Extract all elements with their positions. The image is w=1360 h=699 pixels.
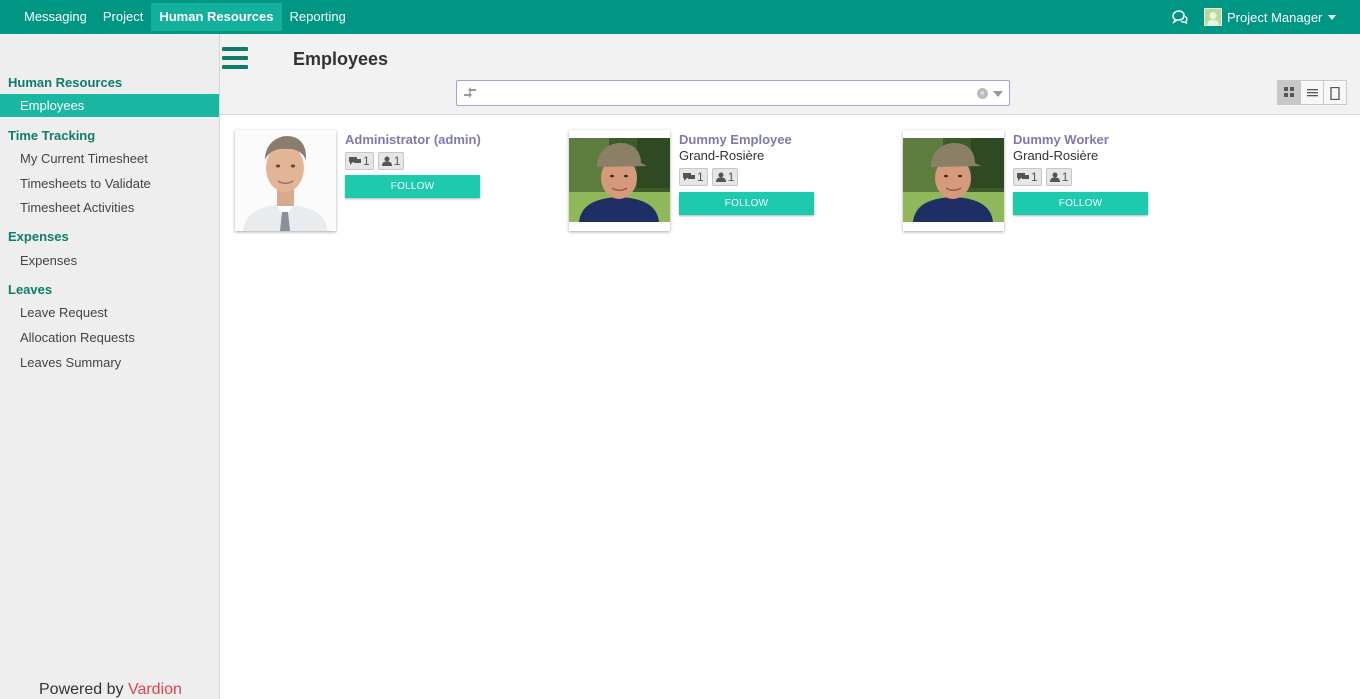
employee-name[interactable]: Dummy Worker	[1013, 132, 1109, 147]
page-title: Employees	[293, 49, 389, 69]
messages-badge: 1	[345, 152, 374, 170]
employee-photo[interactable]	[569, 130, 670, 231]
followers-badge: 1	[1045, 168, 1073, 186]
user-menu[interactable]: Project Manager	[1204, 8, 1337, 26]
messages-count: 1	[363, 154, 370, 168]
employee-card[interactable]: Dummy Employee Grand-Rosière 1 1 FOLLOW	[569, 130, 899, 232]
sidebar-section-time-tracking: Time Tracking	[8, 128, 96, 143]
messages-badge: 1	[679, 168, 708, 186]
sidebar-section-human-resources: Human Resources	[8, 75, 123, 90]
sidebar-section-expenses: Expenses	[8, 229, 69, 244]
clear-search-icon[interactable]: ×	[977, 88, 988, 99]
employee-stats: 1 1	[345, 152, 408, 170]
form-view-icon[interactable]	[1323, 80, 1347, 105]
employee-name[interactable]: Administrator (admin)	[345, 132, 481, 147]
chevron-down-icon	[1328, 14, 1337, 20]
sidebar-item-allocation-requests[interactable]: Allocation Requests	[20, 330, 135, 345]
sidebar: Human Resources Employees Time Tracking …	[0, 34, 220, 699]
sidebar-item-my-current-timesheet[interactable]: My Current Timesheet	[20, 151, 148, 166]
messages-icon	[1017, 173, 1029, 181]
employee-stats: 1 1	[1013, 168, 1076, 186]
sidebar-item-timesheets-to-validate[interactable]: Timesheets to Validate	[20, 176, 151, 191]
messages-icon	[683, 173, 695, 181]
employee-name[interactable]: Dummy Employee	[679, 132, 792, 147]
menu-project[interactable]: Project	[95, 3, 151, 31]
employee-photo[interactable]	[903, 130, 1004, 231]
search-input[interactable]	[479, 84, 959, 102]
search-options-dropdown-icon[interactable]	[993, 91, 1003, 97]
follow-button[interactable]: FOLLOW	[345, 175, 480, 198]
list-view-icon[interactable]	[1300, 80, 1324, 105]
follower-user-icon	[715, 172, 726, 182]
chat-bubbles-icon[interactable]	[1172, 10, 1188, 24]
followers-badge: 1	[377, 152, 405, 170]
user-avatar	[1204, 8, 1222, 26]
hamburger-menu-icon[interactable]	[222, 47, 248, 69]
sidebar-item-leaves-summary[interactable]: Leaves Summary	[20, 355, 121, 370]
user-name: Project Manager	[1227, 9, 1323, 25]
menu-reporting[interactable]: Reporting	[282, 3, 354, 31]
menu-messaging[interactable]: Messaging	[16, 3, 95, 31]
sidebar-item-employees[interactable]: Employees	[20, 98, 84, 113]
powered-by: Powered by Vardion	[39, 681, 182, 699]
messages-badge: 1	[1013, 168, 1042, 186]
control-panel: Employees ×	[220, 34, 1360, 115]
sidebar-item-expenses[interactable]: Expenses	[20, 253, 77, 268]
employee-card[interactable]: Administrator (admin) 1 1 FOLLOW	[235, 130, 565, 232]
sidebar-section-leaves: Leaves	[8, 282, 53, 297]
employee-card[interactable]: Dummy Worker Grand-Rosière 1 1 FOLLOW	[903, 130, 1233, 232]
employee-location: Grand-Rosière	[679, 148, 765, 163]
messages-icon	[349, 157, 361, 165]
powered-by-label: Powered by	[39, 681, 124, 698]
sidebar-item-leave-request[interactable]: Leave Request	[20, 305, 107, 320]
employee-stats: 1 1	[679, 168, 742, 186]
menu-human-resources[interactable]: Human Resources	[151, 3, 282, 31]
kanban-view-icon[interactable]	[1277, 80, 1301, 105]
view-switcher	[1277, 80, 1347, 105]
messages-count: 1	[1031, 170, 1038, 184]
follower-user-icon	[381, 156, 392, 166]
messages-count: 1	[697, 170, 704, 184]
followers-count: 1	[393, 154, 401, 168]
sidebar-item-timesheet-activities[interactable]: Timesheet Activities	[20, 200, 134, 215]
employee-location: Grand-Rosière	[1013, 148, 1099, 163]
filter-arrows-icon	[464, 87, 476, 98]
search-box[interactable]: ×	[456, 80, 1010, 106]
employee-photo[interactable]	[235, 130, 336, 231]
followers-count: 1	[1061, 170, 1069, 184]
top-navbar: Messaging Project Human Resources Report…	[0, 0, 1360, 34]
follow-button[interactable]: FOLLOW	[1013, 192, 1148, 215]
main-menu: Messaging Project Human Resources Report…	[16, 3, 354, 31]
followers-count: 1	[727, 170, 735, 184]
brand-link[interactable]: Vardion	[128, 681, 182, 698]
follow-button[interactable]: FOLLOW	[679, 192, 814, 215]
followers-badge: 1	[711, 168, 739, 186]
follower-user-icon	[1049, 172, 1060, 182]
